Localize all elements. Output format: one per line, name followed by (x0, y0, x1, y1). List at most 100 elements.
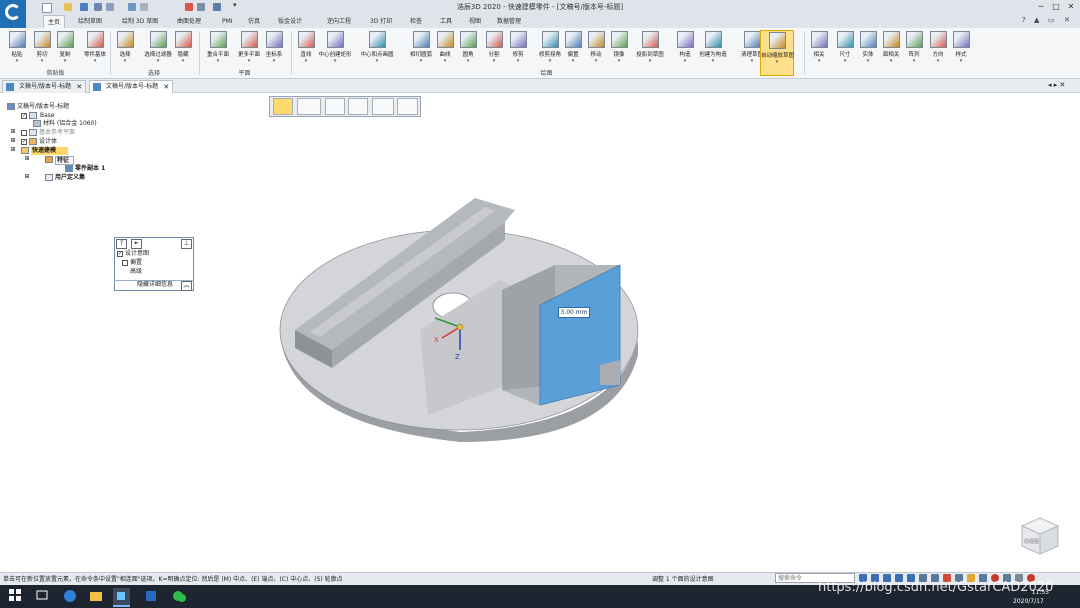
ribbon-tool-icon (587, 31, 605, 48)
ribbon-tool-icon (743, 31, 761, 48)
advanced-label[interactable]: 高级 (130, 268, 142, 276)
select-all-button[interactable] (325, 98, 345, 115)
tab-1[interactable]: 绘制草图 (74, 15, 106, 28)
tree-root[interactable]: 文稿号/版本号-标题 (17, 103, 69, 111)
accept-button[interactable] (348, 98, 368, 115)
doc-close-icon[interactable]: ✕ (1064, 16, 1070, 24)
tab-5[interactable]: 仿真 (244, 15, 264, 28)
collapse-button[interactable]: ︽ (181, 281, 192, 291)
tree-item-design-body[interactable]: 设计体 (39, 138, 57, 146)
outlook-icon[interactable] (143, 588, 160, 605)
close-button[interactable]: ✕ (1064, 1, 1078, 12)
minimize-button[interactable]: ─ (1034, 1, 1048, 12)
offset-options-dropdown[interactable] (372, 98, 394, 115)
ribbon-tool-icon (326, 31, 344, 48)
ribbon-tool-icon (297, 31, 315, 48)
edge-browser-icon[interactable] (62, 588, 79, 605)
tree-expand-icon[interactable]: ⊞ (10, 138, 16, 145)
tree-expand-icon[interactable]: ⊞ (10, 147, 16, 154)
tree-item-reference-planes[interactable]: 基本参考平面 (39, 129, 75, 137)
chevron-down-icon: ▾ (912, 58, 916, 64)
chevron-down-icon: ▾ (959, 58, 963, 64)
design-intent-checkbox[interactable]: ✓ (117, 251, 123, 257)
tab-9[interactable]: 检查 (406, 15, 426, 28)
document-tab-1[interactable]: 文稿号/版本号-标题 ✕ (2, 80, 87, 94)
maximize-button[interactable]: □ (1049, 1, 1063, 12)
ribbon-tool-icon (541, 31, 559, 48)
tree-visibility-checkbox[interactable]: ✓ (21, 139, 27, 145)
tree-expand-icon[interactable]: ⊞ (10, 129, 16, 136)
wechat-icon[interactable] (171, 588, 188, 605)
document-tab-2[interactable]: 文稿号/版本号-标题 ✕ (89, 80, 174, 94)
face-options-dropdown[interactable] (297, 98, 321, 115)
ribbon-button-4-6[interactable]: 样式 ▾ (948, 30, 974, 76)
tab-10[interactable]: 工具 (436, 15, 456, 28)
ribbon-group-label: 绘图 (540, 70, 553, 77)
tree-item-features[interactable]: 特征 (55, 156, 75, 165)
tab-12[interactable]: 数据管理 (493, 15, 525, 28)
ribbon-button-4-4[interactable]: 阵列 ▾ (901, 30, 927, 76)
gstar3d-taskbar-icon[interactable] (113, 588, 130, 607)
tree-visibility-checkbox[interactable] (21, 130, 27, 136)
tab-4[interactable]: PMI (218, 15, 237, 28)
ribbon-minimize-icon[interactable]: ▲ (1034, 16, 1039, 24)
pin-button[interactable]: ⊥ (181, 239, 192, 249)
chevron-down-icon: ▾ (272, 58, 276, 64)
chevron-down-icon: ▾ (617, 58, 621, 64)
file-explorer-icon[interactable] (88, 588, 105, 605)
tab-8[interactable]: 3D 打印 (366, 15, 396, 28)
ribbon-tool-icon (676, 31, 694, 48)
clock-date: 2020/7/17 (1013, 598, 1044, 605)
ribbon-tool-icon (929, 31, 947, 48)
ribbon-group-separator (199, 31, 200, 75)
ribbon-tool-icon (149, 31, 167, 48)
tab-list-arrows-icon[interactable]: ◂ ▸ ✕ (1048, 81, 1065, 89)
clock-time: 11:55 (1031, 589, 1049, 596)
task-view-icon[interactable] (35, 588, 52, 605)
tree-expand-icon[interactable]: ⊞ (24, 156, 30, 163)
part-model[interactable]: X Z (270, 180, 650, 445)
tab-0[interactable]: 主页 (43, 15, 66, 29)
view-cube[interactable]: 前视图 (1018, 514, 1062, 556)
doc-restore-icon[interactable]: ▭ (1048, 16, 1055, 24)
chevron-down-icon: ▾ (817, 58, 821, 64)
ribbon-tool-icon (810, 31, 828, 48)
dimension-value[interactable]: 3.00 mm (558, 307, 590, 318)
ribbon-group-separator (291, 31, 292, 75)
ribbon-button-4-0[interactable]: 相关 ▾ (806, 30, 832, 76)
ribbon-tool-icon (209, 31, 227, 48)
windows-start-icon[interactable] (8, 588, 25, 605)
tree-item-material[interactable]: 材料 (铝合金 1060) (43, 120, 97, 128)
chevron-down-icon: ▾ (683, 58, 687, 64)
design-intent-dropdown[interactable] (397, 98, 418, 115)
ribbon-tool-icon (836, 31, 854, 48)
select-face-button[interactable] (273, 98, 293, 115)
ribbon-tool-icon (412, 31, 430, 48)
tree-item-user-sets[interactable]: 用户定义集 (55, 174, 85, 182)
help-button[interactable]: ? (116, 239, 127, 249)
ribbon-tool-icon (8, 31, 26, 48)
tab-3[interactable]: 曲面处理 (173, 15, 205, 28)
close-icon[interactable]: ✕ (76, 81, 82, 93)
watermark: https://blog.csdn.net/GstarCAD2020 (818, 580, 1054, 595)
hide-details-link[interactable]: 隐藏详细信息 (137, 281, 173, 289)
tree-item-rapid-modeling[interactable]: 快速建模 (31, 147, 69, 155)
close-icon[interactable]: ✕ (163, 81, 169, 93)
play-button[interactable]: ► (131, 239, 142, 249)
ribbon-tool-icon (859, 31, 877, 48)
tree-visibility-checkbox[interactable]: ✓ (21, 113, 27, 119)
tab-6[interactable]: 钣金设计 (274, 15, 306, 28)
tab-2[interactable]: 绘制 3D 草图 (118, 15, 162, 28)
tree-expand-icon[interactable]: ⊞ (24, 174, 30, 181)
tree-node-icon (45, 174, 53, 181)
help-icon[interactable]: ? (1022, 16, 1026, 24)
tab-7[interactable]: 逆向工程 (323, 15, 355, 28)
chevron-down-icon: ▾ (375, 58, 379, 64)
origin-handle-icon[interactable] (456, 323, 464, 331)
tab-11[interactable]: 视图 (465, 15, 485, 28)
tree-item-part-copy[interactable]: 零件副本 1 (75, 165, 105, 173)
tree-item-base[interactable]: Base (39, 112, 55, 120)
ribbon-tool-icon (485, 31, 503, 48)
part-icon (93, 83, 101, 91)
offset-checkbox[interactable] (122, 260, 128, 266)
